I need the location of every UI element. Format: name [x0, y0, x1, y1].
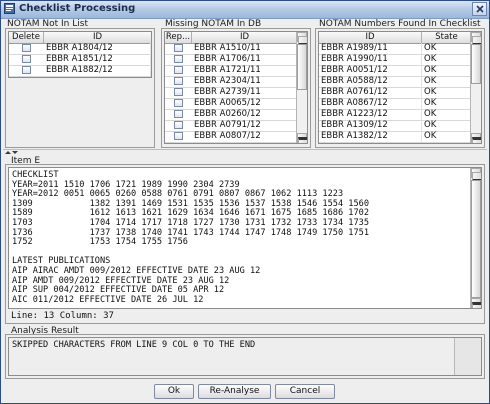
- notam-id: EBBR A1989/11: [319, 43, 422, 54]
- table-row[interactable]: EBBR A0807/12: [165, 131, 297, 143]
- notam-state: OK: [422, 98, 471, 109]
- notam-id: EBBR A1382/12: [319, 131, 422, 142]
- table-row[interactable]: EBBR A1382/12 OK: [319, 131, 471, 143]
- analysis-result-panel: SKIPPED CHARACTERS FROM LINE 9 COL 0 TO …: [5, 334, 485, 379]
- column-header-id[interactable]: ID: [192, 32, 297, 43]
- notam-state: OK: [422, 131, 471, 142]
- scroll-thumb[interactable]: [297, 44, 307, 90]
- arrow-down-icon: [298, 137, 307, 143]
- text-line: AIC 011/2012 EFFECTIVE DATE 26 JUL 12: [12, 294, 204, 305]
- notam-id: EBBR A1510/11: [192, 43, 297, 54]
- notam-id: EBBR A1804/12: [44, 43, 151, 54]
- notam-state: OK: [422, 120, 471, 131]
- notam-id: EBBR A1990/11: [319, 54, 422, 65]
- delete-checkbox[interactable]: [22, 55, 31, 63]
- report-checkbox[interactable]: [174, 99, 183, 107]
- notam-id: EBBR A0761/12: [319, 87, 422, 98]
- notam-id: EBBR A1223/12: [319, 109, 422, 120]
- cursor-position-status: Line: 13 Column: 37: [11, 311, 114, 321]
- scroll-up-button[interactable]: [471, 32, 481, 46]
- close-button[interactable]: [472, 2, 487, 16]
- missing-notam-panel: Rep... ID EBBR A1510/11 EBBR A1706/11 EBBR…: [161, 28, 311, 148]
- scroll-down-button[interactable]: [297, 133, 307, 143]
- notam-id: EBBR A0051/12: [319, 65, 422, 76]
- text-line: 1752 1753 1754 1755 1756: [12, 237, 188, 248]
- numbers-found-scrollbar[interactable]: [470, 32, 481, 143]
- report-checkbox[interactable]: [174, 132, 183, 140]
- app-icon: [4, 3, 15, 14]
- notam-not-in-list-table: Delete ID EBBR A1804/12 EBBR A1851/12 EB…: [8, 31, 152, 78]
- numbers-found-panel: ID State EBBR A1989/11 OK EBBR A1990/11 OK E…: [315, 28, 485, 148]
- analysis-result-textarea[interactable]: SKIPPED CHARACTERS FROM LINE 9 COL 0 TO …: [8, 337, 482, 376]
- analysis-result-text: SKIPPED CHARACTERS FROM LINE 9 COL 0 TO …: [12, 340, 256, 350]
- ok-button[interactable]: Ok: [154, 384, 194, 399]
- arrow-down-icon: [472, 302, 481, 308]
- window-title: Checklist Processing: [19, 3, 136, 14]
- notam-id: EBBR A1721/11: [192, 65, 297, 76]
- re-analyse-button[interactable]: Re-Analyse: [198, 384, 271, 399]
- notam-state: OK: [422, 43, 471, 54]
- item-e-panel: CHECKLIST YEAR=2011 1510 1706 1721 1989 1…: [5, 164, 485, 324]
- scroll-thumb[interactable]: [471, 44, 481, 84]
- delete-checkbox[interactable]: [22, 66, 31, 74]
- item-e-scrollbar[interactable]: [470, 168, 481, 308]
- notam-id: EBBR A2739/11: [192, 87, 297, 98]
- column-header-id[interactable]: ID: [44, 32, 151, 43]
- notam-id: EBBR A0791/12: [192, 120, 297, 131]
- scroll-thumb[interactable]: [471, 180, 481, 298]
- notam-id: EBBR A1851/12: [44, 54, 151, 65]
- column-header-state[interactable]: State: [422, 32, 471, 43]
- notam-id: EBBR A0065/12: [192, 98, 297, 109]
- scroll-up-button[interactable]: [471, 168, 481, 182]
- notam-id: EBBR A1882/12: [44, 65, 151, 76]
- table-row[interactable]: EBBR A1882/12: [9, 65, 151, 77]
- report-checkbox[interactable]: [174, 66, 183, 74]
- notam-id: EBBR A0807/12: [192, 131, 297, 142]
- notam-state: OK: [422, 54, 471, 65]
- analysis-side-pane: [454, 338, 481, 375]
- scroll-down-button[interactable]: [471, 298, 481, 308]
- scroll-down-button[interactable]: [471, 133, 481, 143]
- notam-state: OK: [422, 109, 471, 120]
- delete-checkbox[interactable]: [22, 44, 31, 52]
- notam-state: OK: [422, 76, 471, 87]
- item-e-textarea[interactable]: CHECKLIST YEAR=2011 1510 1706 1721 1989 1…: [8, 167, 482, 309]
- column-header-delete[interactable]: Delete: [9, 32, 44, 43]
- report-checkbox[interactable]: [174, 55, 183, 63]
- cancel-button[interactable]: Cancel: [275, 384, 335, 399]
- expand-up-icon[interactable]: [5, 151, 11, 154]
- numbers-found-table: ID State EBBR A1989/11 OK EBBR A1990/11 OK E…: [318, 31, 482, 144]
- notam-state: OK: [422, 87, 471, 98]
- notam-id: EBBR A1309/12: [319, 120, 422, 131]
- notam-id: EBBR A1706/11: [192, 54, 297, 65]
- expand-down-icon[interactable]: [12, 151, 18, 154]
- column-header-id[interactable]: ID: [319, 32, 422, 43]
- column-header-report[interactable]: Rep...: [165, 32, 192, 43]
- item-e-content: CHECKLIST YEAR=2011 1510 1706 1721 1989 1…: [12, 170, 369, 305]
- missing-notam-table: Rep... ID EBBR A1510/11 EBBR A1706/11 EBBR…: [164, 31, 308, 144]
- report-checkbox[interactable]: [174, 110, 183, 118]
- notam-id: EBBR A0588/12: [319, 76, 422, 87]
- close-icon: [476, 5, 484, 13]
- notam-id: EBBR A0260/12: [192, 109, 297, 120]
- report-checkbox[interactable]: [174, 44, 183, 52]
- checklist-processing-window: Checklist Processing NOTAM Not In List D…: [0, 0, 490, 404]
- arrow-down-icon: [472, 137, 481, 143]
- report-checkbox[interactable]: [174, 88, 183, 96]
- notam-state: OK: [422, 65, 471, 76]
- notam-id: EBBR A0867/12: [319, 98, 422, 109]
- missing-notam-scrollbar[interactable]: [296, 32, 307, 143]
- split-pane-divider[interactable]: [3, 149, 487, 156]
- report-checkbox[interactable]: [174, 77, 183, 85]
- notam-not-in-list-panel: Delete ID EBBR A1804/12 EBBR A1851/12 EB…: [5, 28, 155, 148]
- scroll-up-button[interactable]: [297, 32, 307, 46]
- title-bar[interactable]: Checklist Processing: [1, 1, 489, 19]
- report-checkbox[interactable]: [174, 121, 183, 129]
- notam-id: EBBR A2304/11: [192, 76, 297, 87]
